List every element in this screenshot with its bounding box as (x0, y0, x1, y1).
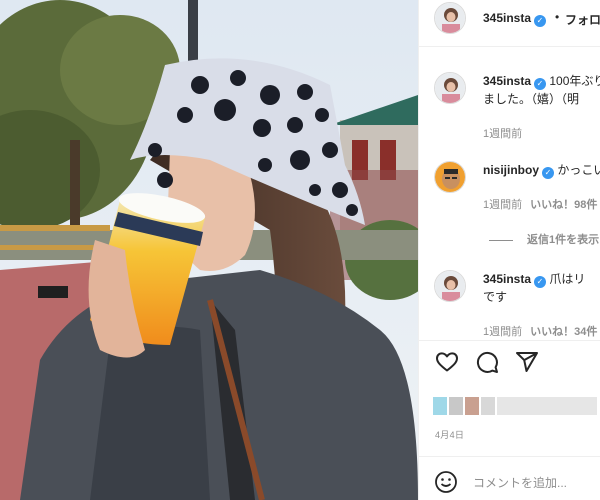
comment-time[interactable]: 1週間前 (483, 199, 522, 211)
comment-body-line1: かっこいい (557, 163, 600, 177)
comment-username[interactable]: 345insta (483, 272, 531, 286)
comment-text: nisijinboy✓ かっこいい (483, 161, 600, 179)
comment-likes[interactable]: いいね！34件 (530, 326, 597, 338)
profile-avatar[interactable] (434, 2, 466, 34)
add-comment-bar: コメントを追加... (419, 460, 600, 500)
view-replies-label[interactable]: 返信1件を表示 (527, 234, 599, 246)
actions-divider (419, 340, 600, 341)
profile-photo-avatar-icon (435, 3, 465, 33)
comment-text: 345insta✓ 100年ぶりに新しい ました。（嬉）（明 (483, 72, 600, 108)
add-comment-input[interactable]: コメントを追加... (473, 474, 567, 491)
comment-username[interactable]: nisijinboy (483, 163, 539, 177)
view-replies-button[interactable]: 返信1件を表示 (489, 231, 599, 247)
verified-badge-icon: ✓ (542, 167, 555, 179)
profile-photo-avatar-icon (435, 271, 465, 301)
comment-time[interactable]: 1週間前 (483, 326, 522, 338)
comment-avatar[interactable] (434, 270, 466, 302)
comment-avatar[interactable] (434, 161, 466, 193)
smiley-icon[interactable] (434, 470, 458, 494)
verified-badge-icon: ✓ (534, 276, 547, 288)
replies-line (489, 239, 513, 241)
liked-avatar-blur (465, 397, 479, 415)
add-comment-divider (419, 456, 600, 457)
post-image[interactable] (0, 0, 418, 500)
post-date[interactable]: 4月4日 (435, 428, 464, 441)
verified-badge-icon: ✓ (534, 15, 547, 27)
user-avatar-icon (435, 162, 465, 192)
comment-meta: 1週間前 いいね！98件 (483, 196, 597, 212)
verified-badge-icon: ✓ (534, 78, 547, 90)
header-divider (419, 46, 600, 47)
comment-likes[interactable]: いいね！98件 (530, 199, 597, 211)
liked-avatar-blur (481, 397, 495, 415)
comment-meta: 1週間前 いいね！34件 (483, 323, 597, 339)
comment-text: 345insta ✓ 爪はリ です (483, 270, 585, 306)
comment-bubble-icon[interactable] (475, 350, 499, 374)
comment-time[interactable]: 1週間前 (483, 128, 522, 140)
post-photo (0, 0, 418, 500)
post-username-text[interactable]: 345insta (483, 11, 531, 25)
liked-by-blurred (433, 397, 600, 415)
profile-photo-avatar-icon (435, 73, 465, 103)
comment-avatar[interactable] (434, 72, 466, 104)
comment-body-line1: 100年ぶりに新しい (549, 74, 600, 88)
follow-button[interactable]: フォロー (565, 11, 600, 28)
post-actions (419, 350, 600, 382)
liked-avatar-blur (449, 397, 463, 415)
comment-body-line1: 爪はリ (549, 272, 586, 286)
header-separator: • (555, 10, 560, 24)
post-header: 345insta✓ • フォロー (419, 0, 600, 36)
comment-username[interactable]: 345insta (483, 74, 531, 88)
liked-text-blur (497, 397, 597, 415)
heart-outline-icon[interactable] (435, 350, 459, 374)
liked-avatar-blur (433, 397, 447, 415)
post-username[interactable]: 345insta ✓ (483, 11, 547, 27)
comment-body-line2: です (483, 290, 508, 304)
post-side-panel: 345insta✓ • フォロー 345insta✓ 100年ぶりに新しい まし… (418, 0, 600, 500)
paper-plane-icon[interactable] (515, 350, 539, 374)
comment-meta: 1週間前 (483, 125, 522, 141)
comment-body-line2: ました。（嬉）（明 (483, 92, 580, 106)
